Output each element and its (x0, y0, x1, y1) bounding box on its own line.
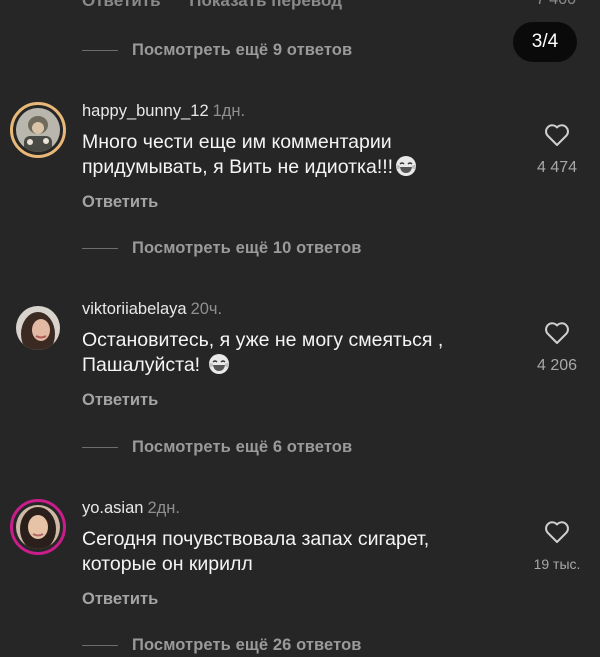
comment-author[interactable]: viktoriiabelaya 20ч. (82, 300, 222, 319)
comment-time: 20ч. (190, 300, 223, 318)
view-more-replies-button[interactable]: Посмотреть ещё 10 ответов (82, 238, 362, 258)
view-more-replies-label: Посмотреть ещё 26 ответов (132, 635, 362, 654)
heart-outline-icon (545, 322, 569, 344)
view-more-replies-button[interactable]: Посмотреть ещё 26 ответов (82, 635, 362, 655)
avatar-image (16, 505, 60, 549)
heart-outline-icon (545, 521, 569, 543)
comment-line: Пашалуйста! (82, 354, 201, 376)
divider-line (82, 446, 118, 448)
comment-text: Много чести еще им комментарии придумыва… (82, 130, 512, 180)
avatar-image (16, 108, 60, 152)
comment-line: Остановитесь, я уже не могу смеяться , (82, 329, 444, 351)
tears-of-joy-emoji (208, 354, 229, 374)
divider-line (82, 247, 118, 249)
comment-author[interactable]: happy_bunny_12 1дн. (82, 102, 245, 121)
avatar[interactable] (10, 102, 66, 158)
previous-like-count: 7 400 (536, 0, 576, 9)
comment-line: которые он кирилл (82, 553, 253, 575)
previous-reply-button[interactable]: Ответить (82, 0, 161, 10)
comment-time: 2дн. (147, 499, 180, 517)
like-button[interactable]: 4 206 (532, 320, 582, 375)
tears-of-joy-emoji (396, 156, 417, 176)
view-more-replies-label: Посмотреть ещё 10 ответов (132, 238, 362, 257)
username[interactable]: viktoriiabelaya (82, 300, 187, 318)
avatar[interactable] (10, 300, 66, 356)
like-count: 4 206 (536, 357, 578, 374)
comment-author[interactable]: yo.asian 2дн. (82, 499, 180, 518)
comment-line: придумывать, я Вить не идиотка!!! (82, 156, 394, 178)
avatar[interactable] (10, 499, 66, 555)
like-count: 19 тыс. (533, 556, 581, 572)
reply-button[interactable]: Ответить (82, 193, 158, 212)
view-more-replies-label: Посмотреть ещё 6 ответов (132, 437, 353, 456)
username[interactable]: happy_bunny_12 (82, 102, 209, 120)
view-more-replies-label: Посмотреть ещё 9 ответов (132, 40, 353, 59)
comment-text: Остановитесь, я уже не могу смеяться , П… (82, 328, 512, 378)
reply-button[interactable]: Ответить (82, 590, 158, 609)
comment-line: Сегодня почувствовала запах сигарет, (82, 528, 430, 550)
avatar-image (16, 306, 60, 350)
page-indicator: 3/4 (513, 22, 577, 62)
reply-button[interactable]: Ответить (82, 391, 158, 410)
comment-time: 1дн. (212, 102, 246, 120)
comment-text: Сегодня почувствовала запах сигарет, кот… (82, 527, 512, 577)
like-button[interactable]: 4 474 (532, 122, 582, 177)
divider-line (82, 644, 118, 646)
previous-comment-actions: Ответить Показать перевод (82, 0, 366, 13)
like-count: 4 474 (536, 159, 578, 176)
username[interactable]: yo.asian (82, 499, 143, 517)
view-more-replies-button[interactable]: Посмотреть ещё 9 ответов (82, 40, 352, 60)
heart-outline-icon (545, 124, 569, 146)
divider-line (82, 49, 118, 51)
comment-line: Много чести еще им комментарии (82, 131, 392, 153)
view-more-replies-button[interactable]: Посмотреть ещё 6 ответов (82, 437, 352, 457)
show-translation-button[interactable]: Показать перевод (189, 0, 342, 10)
like-button[interactable]: 19 тыс. (532, 519, 582, 572)
